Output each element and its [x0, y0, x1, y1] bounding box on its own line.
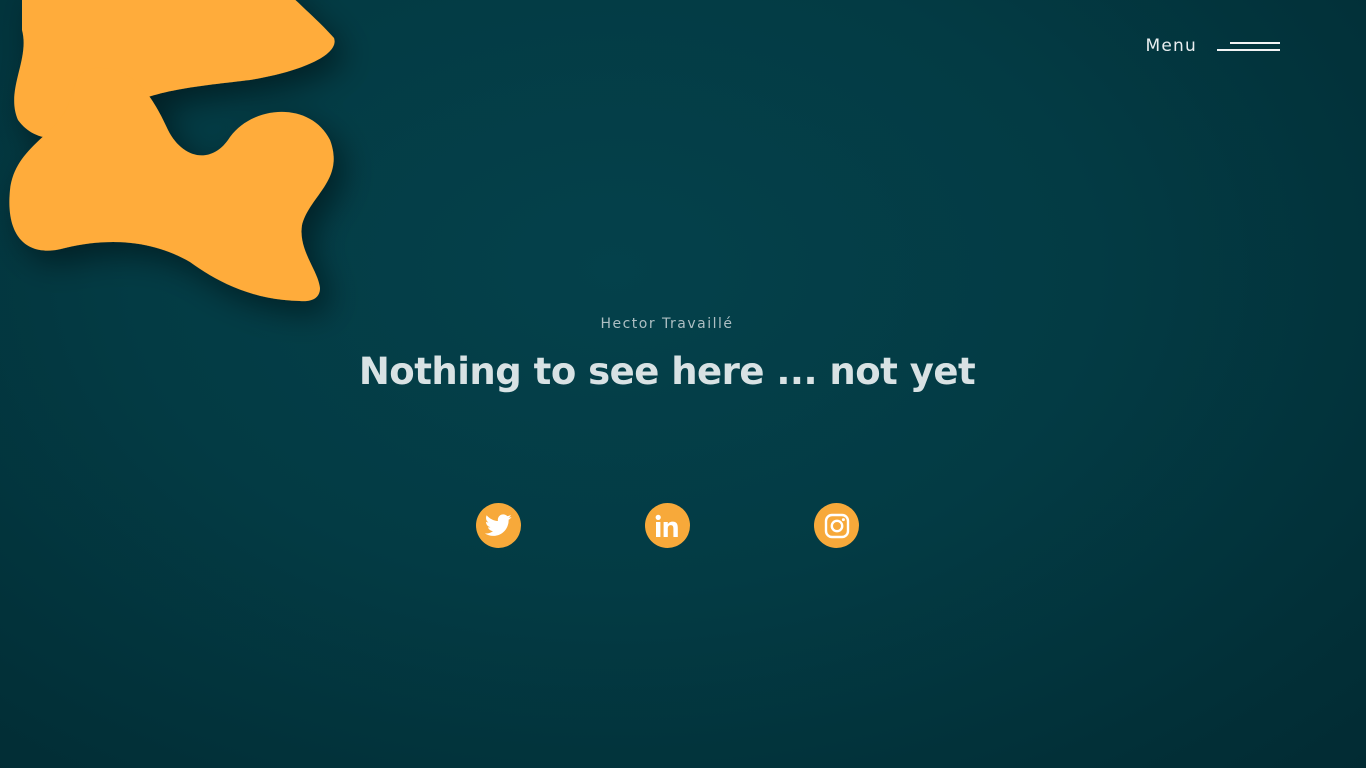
site-owner-name: Hector Travaillé: [600, 316, 734, 332]
instagram-icon: [824, 513, 849, 538]
menu-label: Menu: [1145, 36, 1197, 56]
page-headline: Nothing to see here ... not yet: [358, 350, 976, 393]
hamburger-line-top: [1230, 42, 1280, 44]
instagram-link[interactable]: [814, 503, 859, 548]
menu-button[interactable]: Menu: [1146, 36, 1280, 56]
linkedin-icon: [655, 514, 678, 537]
decorative-blob: [9, 0, 335, 302]
linkedin-link[interactable]: [645, 503, 690, 548]
hamburger-icon[interactable]: [1217, 39, 1280, 53]
twitter-link[interactable]: [476, 503, 521, 548]
hamburger-line-bottom: [1217, 49, 1280, 51]
twitter-icon: [485, 514, 512, 536]
